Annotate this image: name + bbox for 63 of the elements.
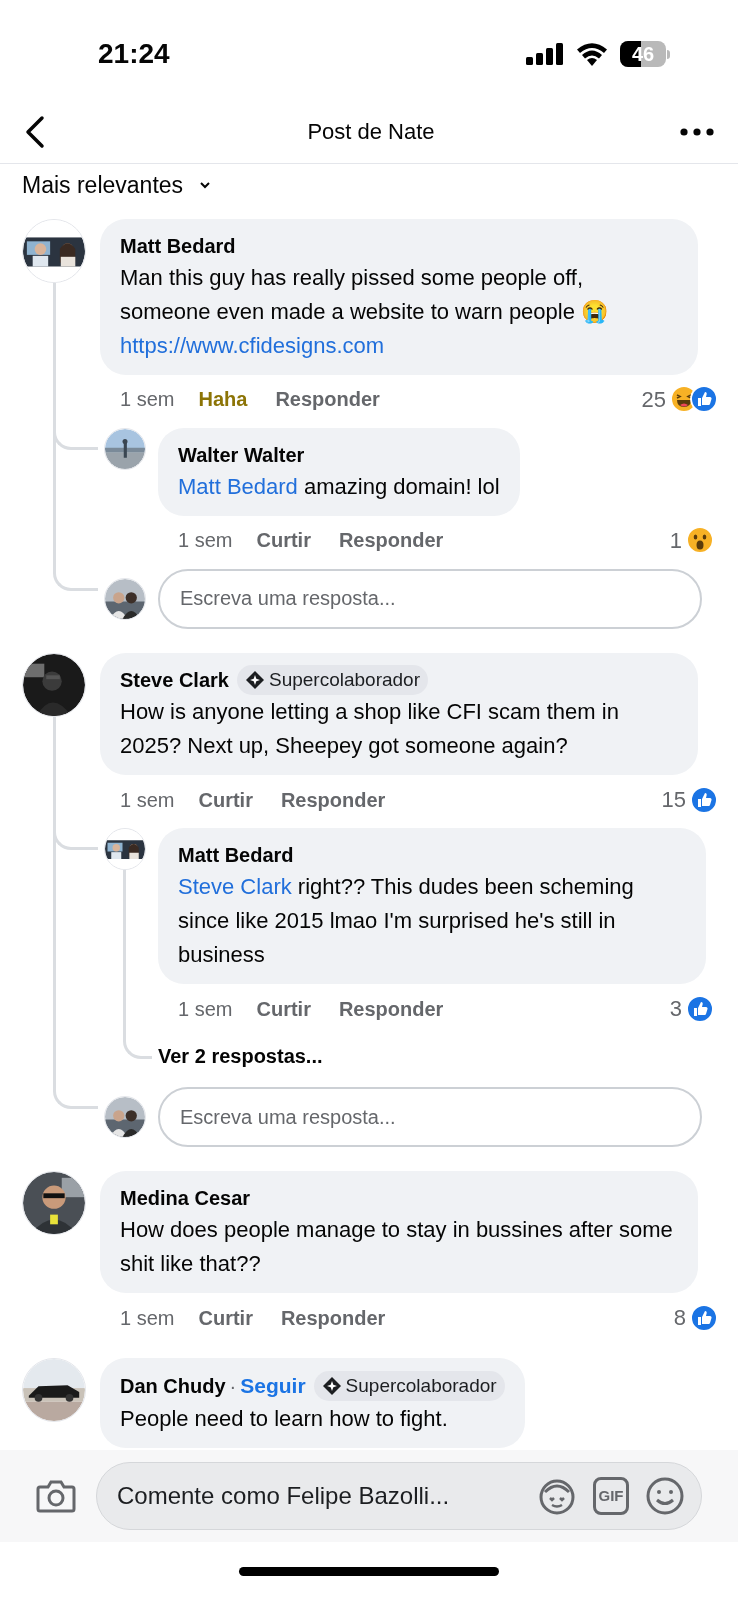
author-name[interactable]: Walter Walter xyxy=(178,439,305,470)
reply-action[interactable]: Responder xyxy=(338,525,444,555)
like-icon xyxy=(690,1303,718,1332)
comment-input[interactable]: Comente como Felipe Bazolli... GIF xyxy=(96,1462,702,1530)
comment-time: 1 sem xyxy=(120,787,175,813)
like-action[interactable]: Curtir xyxy=(198,1302,253,1333)
website-link[interactable]: https://www.cfidesigns.com xyxy=(120,332,385,358)
reply-action[interactable]: Responder xyxy=(280,1302,386,1333)
comment-time: 1 sem xyxy=(178,996,233,1022)
gif-label: GIF xyxy=(598,1485,624,1506)
back-icon[interactable] xyxy=(24,114,46,149)
reply-input[interactable]: Escreva uma resposta... xyxy=(158,568,702,629)
comment-text: How does people manage to stay in bussines after some shit like that?? xyxy=(120,1216,674,1278)
mention-link[interactable]: Matt Bedard xyxy=(178,473,298,499)
reply-input[interactable]: Escreva uma resposta... xyxy=(158,1087,702,1147)
comment-text: Man this guy has really pissed some people off, someone even made a website to warn people 😭 https://www.cfidesigns.com xyxy=(120,263,610,360)
separator-dot: · xyxy=(229,1373,237,1399)
comment-time: 1 sem xyxy=(178,528,233,553)
reaction-count: 3 xyxy=(669,995,682,1023)
view-replies-link[interactable]: Ver 2 respostas... xyxy=(158,1033,323,1083)
like-action[interactable]: Curtir xyxy=(256,993,311,1024)
signal-icon xyxy=(526,43,564,65)
surprised-face-icon xyxy=(686,526,714,554)
follow-link[interactable]: Seguir xyxy=(240,1370,306,1402)
like-action[interactable]: Curtir xyxy=(198,784,253,815)
reaction-count: 1 xyxy=(669,526,682,555)
like-icon xyxy=(690,785,718,814)
reply-action[interactable]: Responder xyxy=(275,384,380,414)
star-badge-icon xyxy=(321,1375,342,1396)
author-name[interactable]: Dan Chudy xyxy=(120,1370,226,1401)
mention-link[interactable]: Steve Clark xyxy=(178,874,292,899)
reply-action[interactable]: Responder xyxy=(280,784,386,815)
like-icon xyxy=(690,385,718,413)
star-badge-icon xyxy=(244,669,265,690)
comment-time: 1 sem xyxy=(120,387,175,412)
wifi-icon xyxy=(576,42,608,66)
chevron-down-icon xyxy=(199,181,212,190)
sort-dropdown[interactable]: Mais relevantes xyxy=(22,168,212,203)
emoji-icon[interactable] xyxy=(645,1476,685,1516)
author-name[interactable]: Matt Bedard xyxy=(120,230,236,261)
page-title: Post de Nate xyxy=(306,118,436,146)
author-name[interactable]: Matt Bedard xyxy=(178,840,294,870)
comment-placeholder: Comente como Felipe Bazolli... xyxy=(117,1481,451,1511)
comment-text: People need to learn how to fight. xyxy=(120,1404,449,1433)
comment-text: How is anyone letting a shop like CFI scam them in 2025? Next up, Sheepey got someone again? xyxy=(120,698,620,760)
comment-text: Steve Clark right?? This dudes been scheming since like 2015 lmao I'm surprised he's still in business xyxy=(178,873,635,969)
like-action[interactable]: Curtir xyxy=(256,525,311,555)
gif-icon[interactable]: GIF xyxy=(593,1477,629,1515)
badge-label: Supercolaborador xyxy=(268,667,420,692)
author-name[interactable]: Steve Clark xyxy=(120,664,229,695)
comment-text: Matt Bedard amazing domain! lol xyxy=(178,472,500,501)
comment-time: 1 sem xyxy=(120,1305,175,1331)
reaction-count: 15 xyxy=(661,786,686,814)
status-time: 21:24 xyxy=(98,37,170,71)
reaction-count: 8 xyxy=(673,1304,686,1332)
like-action[interactable]: Haha xyxy=(198,384,248,414)
badge-label: Supercolaborador xyxy=(345,1373,497,1398)
more-options-icon[interactable] xyxy=(680,127,714,136)
reaction-count: 25 xyxy=(641,385,666,414)
like-icon xyxy=(686,994,714,1023)
camera-icon[interactable] xyxy=(36,1479,76,1513)
reply-action[interactable]: Responder xyxy=(338,993,444,1024)
author-name[interactable]: Medina Cesar xyxy=(120,1183,251,1213)
